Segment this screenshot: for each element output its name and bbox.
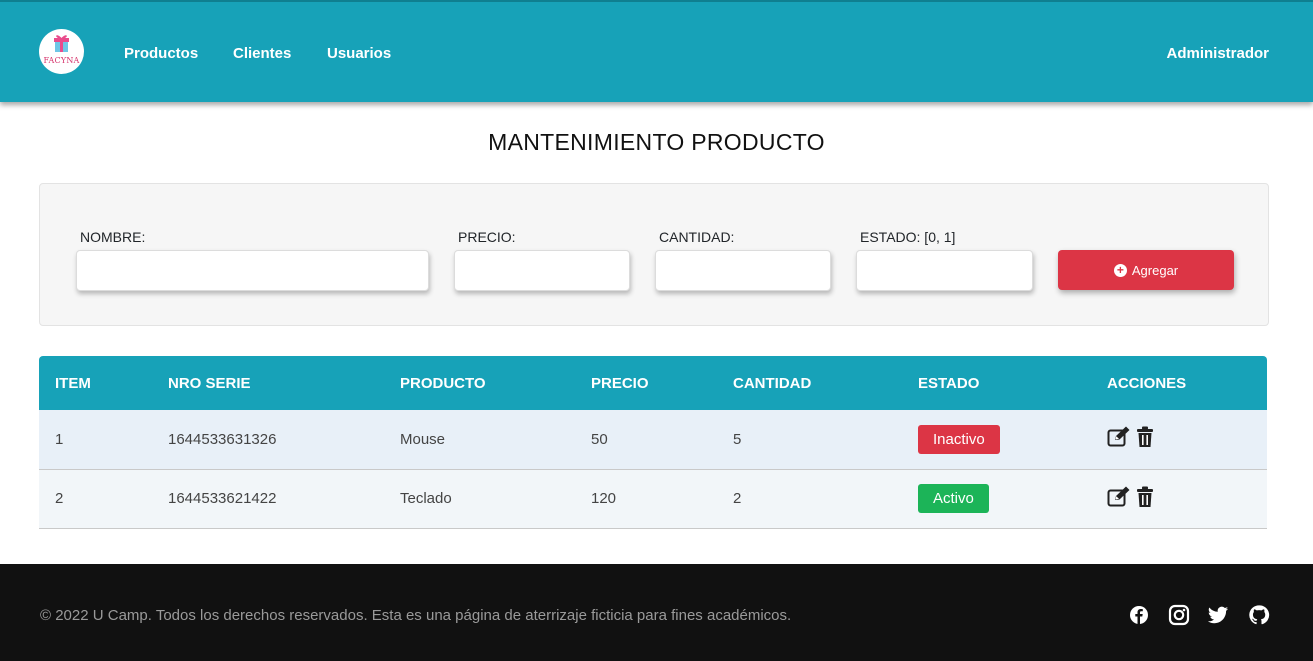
cell-acciones bbox=[1091, 469, 1267, 528]
add-button[interactable]: + Agregar bbox=[1058, 250, 1234, 290]
cell-acciones bbox=[1091, 410, 1267, 469]
plus-circle-icon: + bbox=[1113, 263, 1127, 277]
cell-cantidad: 2 bbox=[733, 490, 742, 507]
brand-logo[interactable]: FACYNA bbox=[39, 29, 84, 74]
header-estado: ESTADO bbox=[918, 374, 980, 392]
precio-label: PRECIO: bbox=[458, 229, 516, 245]
footer: © 2022 U Camp. Todos los derechos reserv… bbox=[0, 564, 1313, 661]
edit-icon[interactable] bbox=[1107, 426, 1131, 452]
table-row: 2 1644533621422 Teclado 120 2 Activo bbox=[39, 469, 1267, 528]
header-item: ITEM bbox=[55, 374, 91, 392]
cell-item: 2 bbox=[55, 490, 64, 507]
cell-cantidad: 5 bbox=[733, 430, 742, 448]
edit-icon[interactable] bbox=[1107, 486, 1131, 512]
instagram-icon[interactable] bbox=[1168, 604, 1190, 626]
cell-serie: 1644533631326 bbox=[168, 430, 277, 448]
nav-link-clientes[interactable]: Clientes bbox=[233, 45, 291, 62]
status-badge: Activo bbox=[918, 484, 989, 513]
trash-icon[interactable] bbox=[1135, 426, 1155, 452]
products-table-container: ITEM NRO SERIE PRODUCTO PRECIO CANTIDAD … bbox=[39, 356, 1269, 529]
products-table: ITEM NRO SERIE PRODUCTO PRECIO CANTIDAD … bbox=[39, 356, 1267, 529]
estado-input[interactable] bbox=[856, 250, 1033, 291]
cell-item: 1 bbox=[55, 430, 64, 448]
facebook-icon[interactable] bbox=[1128, 604, 1150, 626]
status-badge: Inactivo bbox=[918, 424, 1000, 454]
github-icon[interactable] bbox=[1248, 604, 1270, 626]
header-nro-serie: NRO SERIE bbox=[168, 374, 251, 392]
cell-producto: Teclado bbox=[400, 490, 452, 507]
nav-link-usuarios[interactable]: Usuarios bbox=[327, 45, 391, 62]
gift-icon bbox=[54, 35, 69, 52]
header-producto: PRODUCTO bbox=[400, 374, 486, 392]
cell-precio: 120 bbox=[591, 490, 617, 507]
trash-icon[interactable] bbox=[1135, 486, 1155, 512]
nombre-label: NOMBRE: bbox=[80, 229, 146, 245]
table-header-row: ITEM NRO SERIE PRODUCTO PRECIO CANTIDAD … bbox=[39, 356, 1267, 410]
cantidad-input[interactable] bbox=[655, 250, 831, 291]
estado-label: ESTADO: [0, 1] bbox=[860, 229, 956, 245]
page-title: MANTENIMIENTO PRODUCTO bbox=[488, 129, 825, 155]
cantidad-label: CANTIDAD: bbox=[659, 229, 735, 245]
navbar: FACYNA Productos Clientes Usuarios Admin… bbox=[0, 0, 1313, 102]
cell-estado: Activo bbox=[902, 469, 1091, 528]
footer-copyright: © 2022 U Camp. Todos los derechos reserv… bbox=[40, 607, 792, 624]
twitter-icon[interactable] bbox=[1207, 604, 1229, 626]
header-cantidad: CANTIDAD bbox=[733, 374, 812, 392]
nombre-input[interactable] bbox=[76, 250, 429, 291]
product-form: NOMBRE: PRECIO: CANTIDAD: ESTADO: [0, 1]… bbox=[39, 183, 1269, 326]
header-acciones: ACCIONES bbox=[1107, 374, 1187, 392]
cell-estado: Inactivo bbox=[902, 410, 1091, 469]
add-button-label: Agregar bbox=[1131, 262, 1179, 278]
cell-producto: Mouse bbox=[400, 430, 446, 448]
precio-input[interactable] bbox=[454, 250, 630, 291]
header-precio: PRECIO bbox=[591, 374, 649, 392]
brand-logo-text: FACYNA bbox=[43, 56, 80, 65]
cell-serie: 1644533621422 bbox=[168, 490, 277, 507]
table-row: 1 1644533631326 Mouse 50 5 Inactivo bbox=[39, 410, 1267, 469]
nav-link-productos[interactable]: Productos bbox=[124, 45, 198, 62]
cell-precio: 50 bbox=[591, 430, 608, 448]
nav-user-menu[interactable]: Administrador bbox=[1166, 45, 1269, 62]
